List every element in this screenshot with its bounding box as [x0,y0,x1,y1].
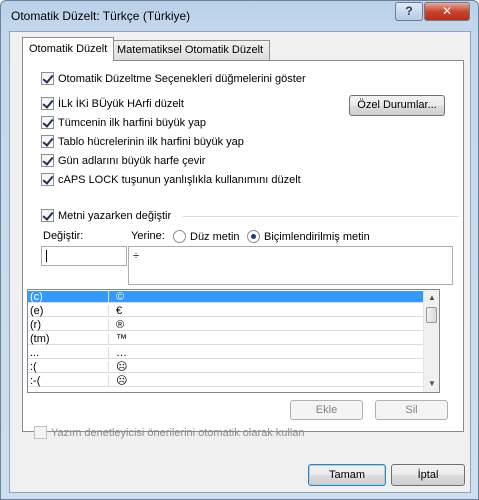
column-separator [108,347,109,359]
column-separator [108,375,109,387]
radio-icon[interactable] [247,230,260,243]
column-separator [108,319,109,331]
caps-lock-label: cAPS LOCK tuşunun yanlışlıkla kullanımın… [58,173,301,186]
radio-icon[interactable] [173,230,186,243]
delete-button[interactable]: Sil [375,400,448,420]
capitalize-day-names-label: Gün adlarını büyük harfe çevir [58,154,206,167]
replace-label: Değiştir: [43,230,84,242]
caps-lock-option[interactable]: cAPS LOCK tuşunun yanlışlıkla kullanımın… [41,173,301,186]
list-scrollbar[interactable]: ▲ ▼ [423,290,439,392]
entry-to: ™ [116,333,127,345]
entry-to: … [116,347,127,359]
two-initial-caps-option[interactable]: İLk İKi BÜyük HArfi düzelt [41,97,184,110]
title-bar[interactable]: Otomatik Düzelt: Türkçe (Türkiye) ? ✕ [1,1,478,31]
spelling-suggestions-label: Yazım denetleyicisi önerilerini otomatik… [51,426,305,439]
dialog-window: Otomatik Düzelt: Türkçe (Türkiye) ? ✕ Ot… [0,0,479,500]
add-button[interactable]: Ekle [290,400,363,420]
with-label: Yerine: [131,230,165,242]
show-buttons-label: Otomatik Düzeltme Seçenekleri düğmelerin… [58,72,306,85]
checkbox-icon[interactable] [41,154,54,167]
plain-text-option[interactable]: Düz metin [173,230,240,243]
replace-input[interactable] [41,246,127,266]
capitalize-table-cells-option[interactable]: Tablo hücrelerinin ilk harfini büyük yap [41,135,244,148]
exceptions-button[interactable]: Özel Durumlar... [349,95,445,116]
table-row[interactable]: :-( ☹ [28,375,424,387]
formatted-text-option[interactable]: Biçimlendirilmiş metin [247,230,370,243]
tab-autocorrect[interactable]: Otomatik Düzelt [22,37,115,61]
ok-button[interactable]: Tamam [308,464,386,486]
table-row[interactable]: :( ☹ [28,361,424,373]
entry-from: (r) [30,319,41,331]
plain-text-label: Düz metin [190,230,240,243]
close-button[interactable]: ✕ [424,2,470,21]
entry-from: :( [30,361,37,373]
tab-math-autocorrect[interactable]: Matematiksel Otomatik Düzelt [110,40,271,60]
checkbox-icon[interactable] [41,97,54,110]
text-caret [46,250,47,262]
entry-to: ® [116,319,125,331]
dialog-client-area: Otomatik Düzelt Matematiksel Otomatik Dü… [9,31,471,493]
entry-from: (c) [30,291,43,303]
entry-from: ... [30,347,40,359]
capitalize-table-cells-label: Tablo hücrelerinin ilk harfini büyük yap [58,135,244,148]
checkbox-icon[interactable] [41,116,54,129]
capitalize-day-names-option[interactable]: Gün adlarını büyük harfe çevir [41,154,205,167]
checkbox-icon[interactable] [41,135,54,148]
entry-from: (tm) [30,333,50,345]
table-row[interactable]: ... … [28,347,424,359]
group-divider [183,216,459,217]
table-row[interactable]: (r) ® [28,319,424,331]
window-title: Otomatik Düzelt: Türkçe (Türkiye) [11,9,191,23]
checkbox-icon[interactable] [41,173,54,186]
table-row[interactable]: (tm) ™ [28,333,424,345]
autocorrect-entries-list[interactable]: (c) © (e) € (r) ® (tm) ™ ... …:(☹:-(… [27,289,440,393]
help-button[interactable]: ? [395,2,423,21]
with-input[interactable]: ÷ [128,246,453,285]
show-buttons-option[interactable]: Otomatik Düzeltme Seçenekleri düğmelerin… [41,72,306,85]
column-separator [108,361,109,373]
replace-as-you-type-label: Metni yazarken değiştir [58,209,172,222]
spelling-suggestions-option[interactable]: Yazım denetleyicisi önerilerini otomatik… [34,426,305,439]
with-value: ÷ [133,250,140,262]
entry-to: € [116,305,123,317]
two-initial-caps-label: İLk İKi BÜyük HArfi düzelt [58,97,184,110]
table-row[interactable]: (e) € [28,305,424,317]
entry-to: © [116,291,125,303]
scroll-up-icon[interactable]: ▲ [424,290,439,306]
scroll-thumb[interactable] [426,307,437,323]
capitalize-sentence-label: Tümcenin ilk harfini büyük yap [58,116,206,129]
formatted-text-label: Biçimlendirilmiş metin [264,230,370,243]
column-separator [108,305,109,317]
column-separator [108,291,109,303]
column-separator [108,333,109,345]
entry-to: ☹ [116,361,128,373]
entry-from: (e) [30,305,44,317]
scroll-down-icon[interactable]: ▼ [424,376,439,392]
table-row[interactable]: (c) © [28,291,424,303]
replace-as-you-type-option[interactable]: Metni yazarken değiştir [41,209,171,222]
checkbox-icon[interactable] [34,426,47,439]
cancel-button[interactable]: İptal [391,464,465,486]
checkbox-icon[interactable] [41,209,54,222]
capitalize-sentence-option[interactable]: Tümcenin ilk harfini büyük yap [41,116,206,129]
checkbox-icon[interactable] [41,72,54,85]
entry-to: ☹ [116,375,128,387]
entry-from: :-( [30,375,41,387]
